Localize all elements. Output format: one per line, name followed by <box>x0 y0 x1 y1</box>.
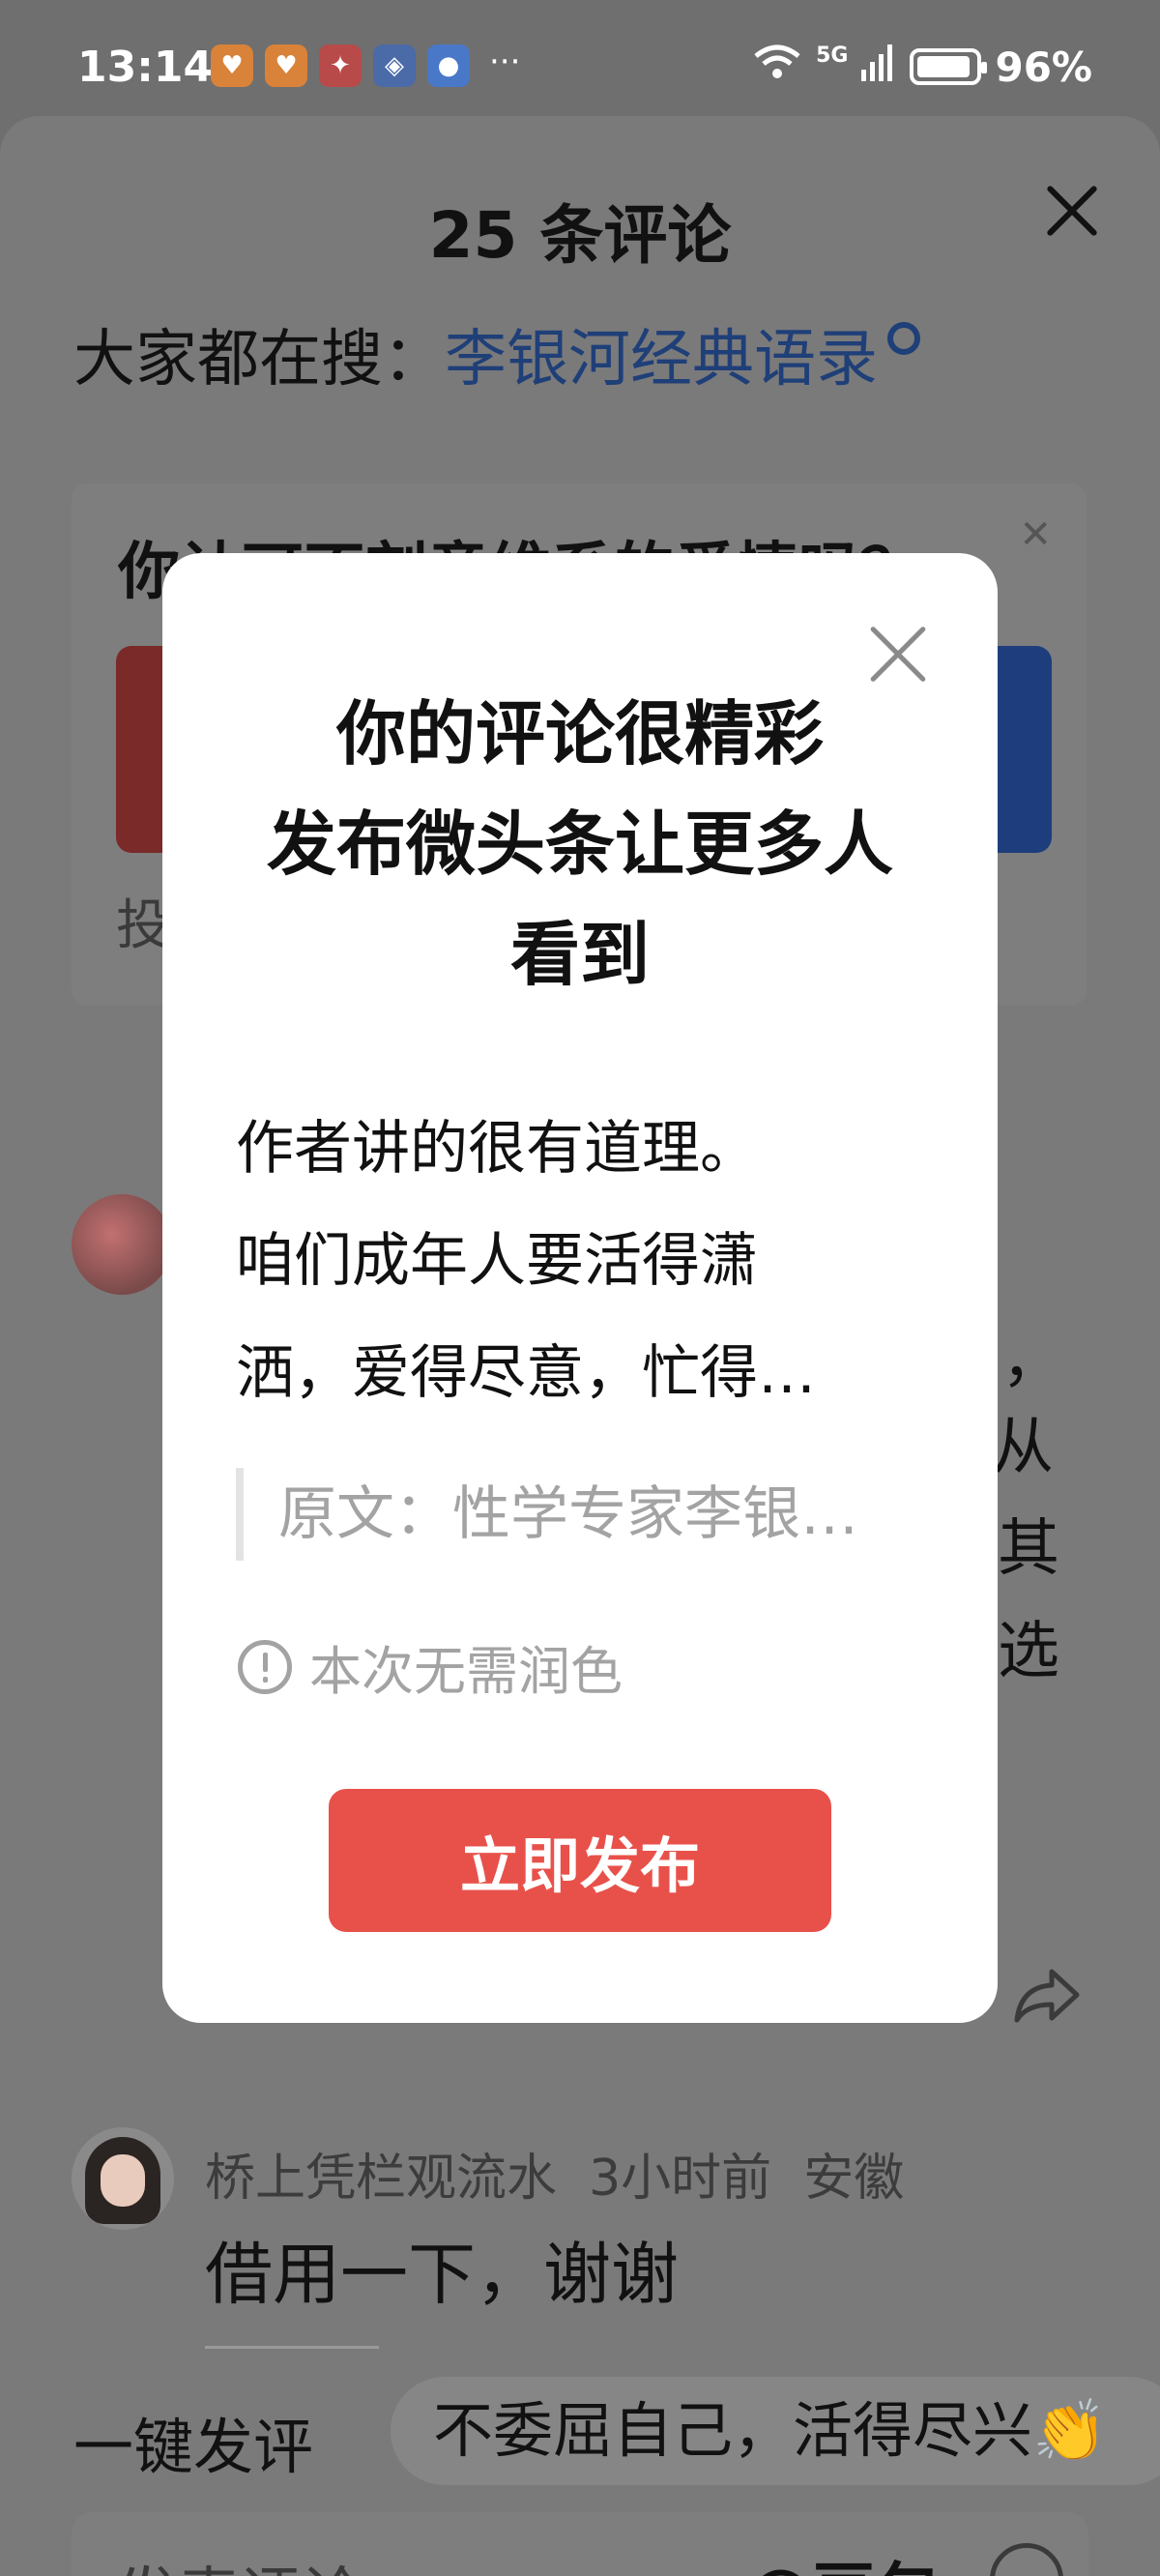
avatar[interactable] <box>72 2127 174 2230</box>
quick-comment-label: 一键发评 <box>73 2412 314 2482</box>
emoji-icon[interactable] <box>990 2543 1063 2576</box>
share-icon[interactable] <box>1013 1961 1083 2040</box>
comment-input-placeholder[interactable]: 发表评论 <box>116 2547 363 2576</box>
close-icon[interactable] <box>866 623 930 687</box>
compass-app-icon: ◈ <box>373 44 416 87</box>
search-icon <box>887 322 920 355</box>
modal-title: 你的评论很精彩 发布微头条让更多人 看到 <box>220 679 940 1010</box>
at-doubao-button[interactable]: @豆包 <box>748 2541 940 2576</box>
poll-close-icon[interactable]: ✕ <box>1019 512 1052 557</box>
publish-button[interactable]: 立即发布 <box>329 1789 831 1932</box>
heart-app-icon: ♥ <box>211 44 253 87</box>
polish-info-text: 本次无需润色 <box>309 1641 623 1702</box>
comment-preview-line: 咱们成年人要活得潇 <box>236 1227 758 1295</box>
comment-location: 安徽 <box>803 2150 905 2208</box>
publish-modal: 你的评论很精彩 发布微头条让更多人 看到 作者讲的很有道理。 咱们成年人要活得潇… <box>162 553 998 2023</box>
modal-title-line: 发布微头条让更多人 <box>266 804 893 885</box>
wifi-icon <box>752 43 802 91</box>
status-bar: 13:14 ♥ ♥ ✦ ◈ ● ··· 5G 96% <box>0 0 1160 126</box>
avatar[interactable] <box>72 1194 172 1295</box>
divider <box>205 2346 379 2349</box>
comment-text-fragment: 选 <box>998 1616 1059 1687</box>
trending-search-prefix: 大家都在搜： <box>73 324 445 395</box>
quick-comment-chip[interactable]: 不委屈自己，活得尽兴👏 <box>391 2377 1160 2485</box>
comment-text-fragment: 其 <box>998 1513 1059 1585</box>
signal-icon <box>861 43 896 91</box>
polish-info: 本次无需润色 <box>238 1628 623 1705</box>
modal-title-line: 你的评论很精彩 <box>335 693 824 775</box>
modal-comment-preview: 作者讲的很有道理。 咱们成年人要活得潇 洒，爱得尽意，忙得… <box>236 1093 893 1429</box>
comment-preview-line: 作者讲的很有道理。 <box>236 1115 758 1183</box>
network-type: 5G <box>816 43 849 68</box>
game-app-icon: ✦ <box>319 44 362 87</box>
comment-text-fragment: ， <box>1001 1325 1063 1396</box>
more-notifications-icon: ··· <box>489 43 521 81</box>
comment-text-fragment: 从 <box>992 1412 1054 1483</box>
trending-search-keyword[interactable]: 李银河经典语录 <box>445 324 878 395</box>
info-icon <box>238 1639 292 1694</box>
close-icon[interactable] <box>1038 176 1106 244</box>
status-right: 5G 96% <box>752 43 1092 91</box>
source-quote: 原文：性学专家李银… <box>236 1468 913 1561</box>
battery-icon <box>910 48 988 85</box>
comments-title: 25 条评论 <box>428 198 732 273</box>
status-time: 13:14 <box>77 43 214 92</box>
message-app-icon: ● <box>427 44 470 87</box>
comment-meta: 桥上凭栏观流水 3小时前 安徽 <box>205 2137 904 2210</box>
comment-preview-line: 洒，爱得尽意，忙得… <box>236 1339 816 1407</box>
battery-percent: 96% <box>995 43 1092 91</box>
comment-time: 3小时前 <box>589 2150 772 2208</box>
heart-app-icon: ♥ <box>265 44 307 87</box>
status-app-icons: ♥ ♥ ✦ ◈ ● ··· <box>211 44 520 87</box>
comment-username[interactable]: 桥上凭栏观流水 <box>205 2150 557 2208</box>
comment-input-bar[interactable]: 发表评论 @豆包 <box>72 2512 1088 2576</box>
comment-text: 借用一下，谢谢 <box>205 2235 679 2314</box>
modal-title-line: 看到 <box>509 914 650 995</box>
trending-search[interactable]: 大家都在搜：李银河经典语录 <box>73 309 920 398</box>
